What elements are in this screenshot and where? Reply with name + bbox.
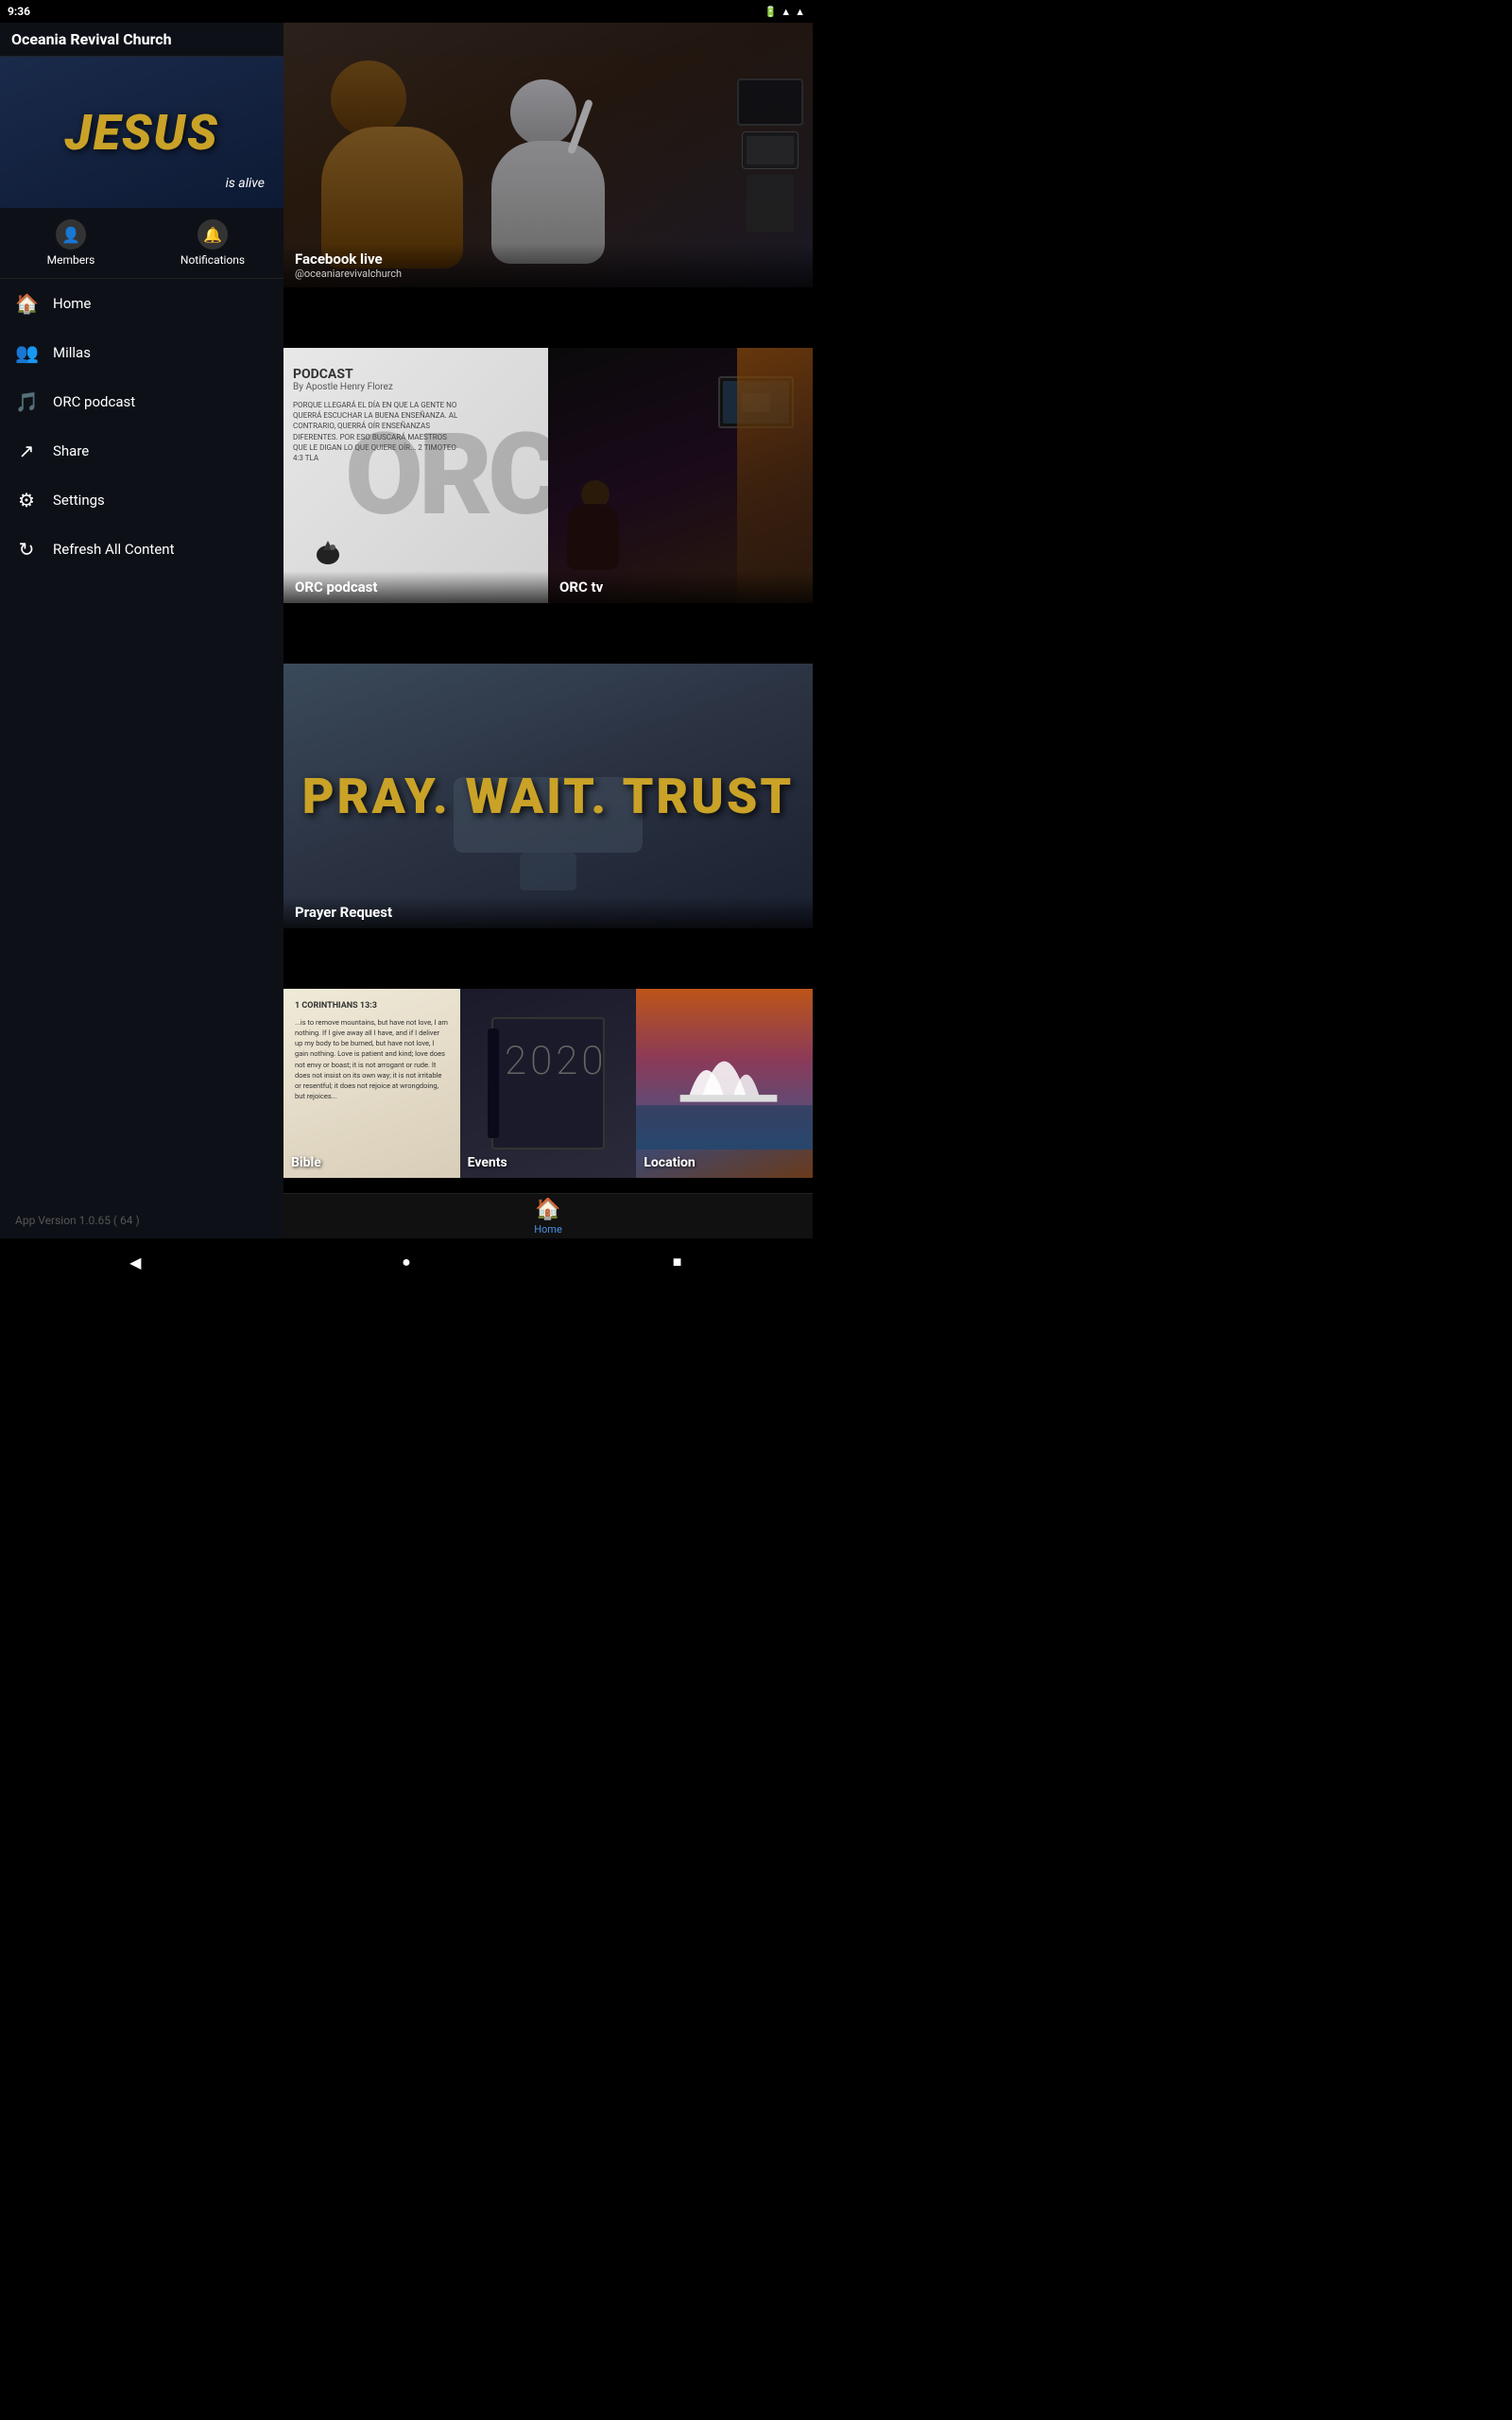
sidebar-item-settings[interactable]: ⚙ Settings	[0, 475, 284, 525]
refresh-label: Refresh All Content	[53, 541, 175, 558]
prayer-title: Prayer Request	[295, 904, 801, 921]
podcast-title: PODCAST	[293, 367, 463, 382]
podcast-text-content: PODCAST By Apostle Henry Florez PORQUE L…	[293, 367, 463, 463]
members-button[interactable]: 👤 Members	[0, 208, 142, 278]
card-events[interactable]: 2020 Events	[460, 989, 637, 1178]
home-icon: 🏠	[15, 292, 38, 315]
back-button[interactable]: ◀	[112, 1248, 159, 1276]
orc-tv-title: ORC tv	[559, 579, 801, 596]
card-bible[interactable]: 1 CORINTHIANS 13:3 ...is to remove mount…	[284, 989, 460, 1178]
podcast-by: By Apostle Henry Florez	[293, 382, 463, 392]
notifications-label: Notifications	[180, 253, 245, 267]
location-label: Location	[644, 1155, 695, 1170]
podcast-bird-logo	[312, 536, 345, 575]
hero-sub-text: is alive	[226, 176, 265, 191]
members-label: Members	[47, 253, 95, 267]
hero-jesus-text: JESUS	[64, 104, 218, 162]
card-prayer[interactable]: PRAY. WAIT. TRUST Prayer Request	[284, 664, 813, 928]
orc-tv-label: ORC tv	[548, 571, 813, 603]
status-time: 9:36	[8, 5, 30, 18]
android-nav-bar: ◀ ● ■	[0, 1238, 813, 1286]
pray-text: PRAY. WAIT. TRUST	[302, 768, 794, 825]
sidebar: Oceania Revival Church JESUS is alive 👤 …	[0, 23, 284, 1238]
share-icon: ↗	[15, 440, 38, 462]
home-nav-icon: ●	[402, 1253, 411, 1271]
sidebar-item-refresh[interactable]: ↻ Refresh All Content	[0, 525, 284, 574]
status-bar: 9:36 🔋 ▲ ▲	[0, 0, 813, 23]
wifi-icon: ▲	[781, 6, 791, 18]
recent-icon: ■	[673, 1253, 682, 1271]
sidebar-header: Oceania Revival Church	[0, 23, 284, 57]
share-label: Share	[53, 442, 89, 459]
sidebar-hero: JESUS is alive	[0, 57, 284, 208]
refresh-icon: ↻	[15, 538, 38, 561]
millas-label: Millas	[53, 344, 91, 361]
facebook-live-title: Facebook live	[295, 251, 801, 268]
bible-text: 1 CORINTHIANS 13:3 ...is to remove mount…	[284, 989, 460, 1114]
settings-icon: ⚙	[15, 489, 38, 511]
sidebar-item-millas[interactable]: 👥 Millas	[0, 328, 284, 377]
home-button[interactable]: ●	[383, 1248, 430, 1276]
app-title: Oceania Revival Church	[11, 30, 172, 48]
home-tab-bar: 🏠 Home	[284, 1193, 813, 1238]
bible-verse-text: ...is to remove mountains, but have not …	[295, 1017, 449, 1102]
status-icons: 🔋 ▲ ▲	[765, 6, 805, 18]
orc-podcast-title: ORC podcast	[295, 579, 537, 596]
facebook-live-subtitle: @oceaniarevivalchurch	[295, 268, 801, 280]
sidebar-item-home[interactable]: 🏠 Home	[0, 279, 284, 328]
main-content: Facebook live @oceaniarevivalchurch ORC …	[284, 23, 813, 1238]
app-version: App Version 1.0.65 ( 64 )	[0, 1202, 284, 1238]
facebook-live-label: Facebook live @oceaniarevivalchurch	[284, 243, 813, 287]
notifications-button[interactable]: 🔔 Notifications	[142, 208, 284, 278]
back-icon: ◀	[129, 1253, 141, 1271]
podcast-icon: 🎵	[15, 390, 38, 413]
card-facebook-live[interactable]: Facebook live @oceaniarevivalchurch	[284, 23, 813, 287]
battery-icon: 🔋	[765, 6, 778, 18]
tab-home-label: Home	[534, 1223, 562, 1236]
sidebar-menu: 🏠 Home 👥 Millas 🎵 ORC podcast ↗ Share ⚙ …	[0, 279, 284, 1202]
sidebar-actions: 👤 Members 🔔 Notifications	[0, 208, 284, 279]
card-location[interactable]: Location	[636, 989, 813, 1178]
podcast-verse: PORQUE LLEGARÁ EL DÍA EN QUE LA GENTE NO…	[293, 400, 463, 463]
members-icon: 👤	[56, 219, 86, 250]
millas-icon: 👥	[15, 341, 38, 364]
bottom-three: 1 CORINTHIANS 13:3 ...is to remove mount…	[284, 989, 813, 1178]
settings-label: Settings	[53, 492, 105, 509]
tab-home[interactable]: 🏠 Home	[534, 1198, 562, 1236]
sidebar-item-podcast[interactable]: 🎵 ORC podcast	[0, 377, 284, 426]
recent-button[interactable]: ■	[654, 1248, 701, 1276]
podcast-label: ORC podcast	[53, 393, 135, 410]
orc-podcast-label: ORC podcast	[284, 571, 548, 603]
bible-reference: 1 CORINTHIANS 13:3	[295, 1000, 449, 1013]
events-label: Events	[468, 1155, 507, 1170]
card-orc-tv[interactable]: ORC tv	[548, 348, 813, 603]
bible-label: Bible	[291, 1155, 321, 1170]
tab-home-icon: 🏠	[535, 1198, 560, 1221]
prayer-label: Prayer Request	[284, 896, 813, 928]
signal-icon: ▲	[795, 6, 805, 18]
notifications-icon: 🔔	[198, 219, 228, 250]
card-podcast[interactable]: ORC PODCAST By Apostle Henry Florez PORQ…	[284, 348, 548, 603]
events-year: 2020	[505, 1038, 592, 1084]
home-label: Home	[53, 295, 91, 312]
sidebar-item-share[interactable]: ↗ Share	[0, 426, 284, 475]
